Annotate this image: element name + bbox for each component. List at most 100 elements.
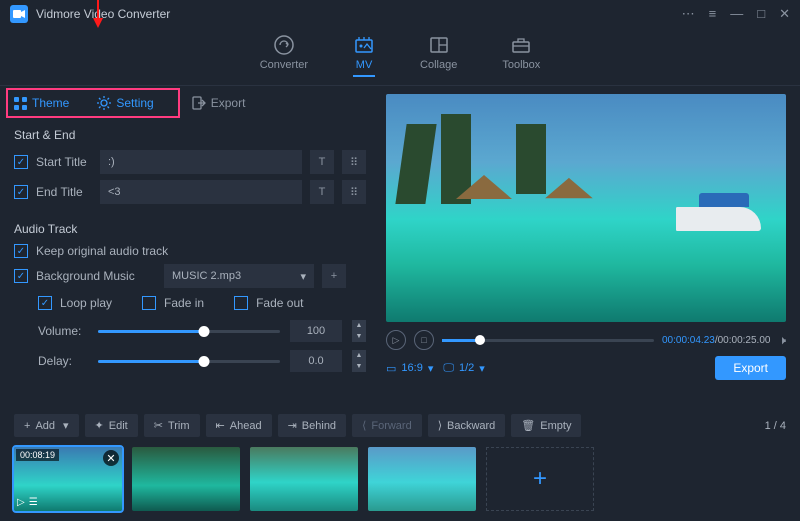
play-icon[interactable]: ▷ — [17, 497, 25, 508]
trim-button[interactable]: ✂Trim — [144, 414, 200, 437]
feedback-icon[interactable]: ⋯ — [682, 6, 695, 22]
delay-down-button[interactable]: ▼ — [352, 361, 366, 372]
wand-icon: ✦ — [95, 419, 104, 432]
fade-out-checkbox[interactable] — [234, 296, 248, 310]
panel-tabs: Theme Setting Export — [0, 86, 380, 120]
export-button[interactable]: Export — [715, 356, 786, 380]
bg-music-label: Background Music — [36, 269, 156, 283]
nav-collage[interactable]: Collage — [420, 34, 457, 77]
menu-icon[interactable]: ≡ — [709, 6, 717, 22]
video-preview[interactable] — [386, 94, 786, 322]
start-title-checkbox[interactable] — [14, 155, 28, 169]
end-title-input[interactable] — [100, 180, 302, 204]
start-title-label: Start Title — [36, 155, 92, 169]
toolbox-icon — [510, 34, 532, 56]
tab-export[interactable]: Export — [178, 87, 260, 119]
delay-up-button[interactable]: ▲ — [352, 350, 366, 361]
collage-icon — [428, 34, 450, 56]
skip-end-icon: ⇥ — [288, 419, 297, 432]
bg-music-select[interactable]: MUSIC 2.mp3 ▾ — [164, 264, 314, 288]
start-end-title: Start & End — [14, 128, 366, 142]
loop-play-checkbox[interactable] — [38, 296, 52, 310]
aspect-ratio-select[interactable]: ▭ 16:9 ▾ — [386, 362, 433, 375]
app-title: Vidmore Video Converter — [36, 7, 170, 21]
clip-thumbnail[interactable]: 00:08:19 ✕ ▷ ☰ — [14, 447, 122, 511]
theme-icon — [14, 97, 27, 110]
delay-label: Delay: — [38, 354, 88, 368]
forward-icon: ⟩ — [438, 419, 442, 432]
end-title-grid-button[interactable]: ⠿ — [342, 180, 366, 204]
time-display: 00:00:04.23/00:00:25.00 — [662, 335, 770, 346]
timeline-slider[interactable] — [442, 339, 654, 342]
plus-icon: + — [24, 420, 30, 432]
close-icon[interactable]: ✕ — [779, 6, 790, 22]
scissors-icon: ✂ — [154, 419, 163, 432]
clip-duration: 00:08:19 — [16, 449, 59, 461]
nav-converter[interactable]: Converter — [260, 34, 308, 77]
chevron-down-icon: ▾ — [428, 362, 434, 375]
delay-slider[interactable] — [98, 360, 280, 363]
mv-icon — [353, 34, 375, 56]
display-icon: 🖵 — [443, 362, 454, 375]
end-title-font-button[interactable]: T — [310, 180, 334, 204]
volume-down-button[interactable]: ▼ — [352, 331, 366, 342]
keep-audio-checkbox[interactable] — [14, 244, 28, 258]
converter-icon — [273, 34, 295, 56]
start-title-grid-button[interactable]: ⠿ — [342, 150, 366, 174]
end-title-checkbox[interactable] — [14, 185, 28, 199]
edit-button[interactable]: ✦Edit — [85, 414, 138, 437]
fade-in-checkbox[interactable] — [142, 296, 156, 310]
export-icon — [192, 96, 206, 110]
settings-panel: Theme Setting Export Start & End Start T… — [0, 86, 380, 406]
keep-audio-label: Keep original audio track — [36, 244, 168, 258]
page-indicator: 1 / 4 — [765, 420, 786, 432]
minimize-icon[interactable]: — — [730, 6, 743, 22]
titlebar: Vidmore Video Converter ⋯ ≡ — □ ✕ — [0, 0, 800, 28]
skip-start-icon: ⇤ — [216, 419, 225, 432]
trash-icon: 🗑 — [521, 419, 535, 432]
chevron-down-icon: ▾ — [300, 270, 306, 283]
app-logo-icon — [10, 5, 28, 23]
end-title-label: End Title — [36, 185, 92, 199]
start-title-input[interactable] — [100, 150, 302, 174]
stop-button[interactable]: □ — [414, 330, 434, 350]
volume-icon[interactable]: 🕨 — [778, 333, 786, 348]
remove-clip-button[interactable]: ✕ — [103, 450, 119, 466]
chevron-down-icon: ▾ — [479, 362, 485, 375]
volume-label: Volume: — [38, 324, 88, 338]
add-clip-button[interactable]: + — [486, 447, 594, 511]
forward-button[interactable]: ⟨Forward — [352, 414, 422, 437]
volume-up-button[interactable]: ▲ — [352, 320, 366, 331]
delay-value[interactable]: 0.0 — [290, 350, 342, 372]
maximize-icon[interactable]: □ — [757, 6, 765, 22]
start-title-font-button[interactable]: T — [310, 150, 334, 174]
add-music-button[interactable]: + — [322, 264, 346, 288]
back-icon: ⟨ — [362, 419, 366, 432]
display-scale-select[interactable]: 🖵 1/2 ▾ — [443, 362, 484, 375]
add-button[interactable]: +Add▾ — [14, 414, 79, 437]
empty-button[interactable]: 🗑Empty — [511, 414, 581, 437]
volume-value[interactable]: 100 — [290, 320, 342, 342]
bg-music-checkbox[interactable] — [14, 269, 28, 283]
clip-thumbnail[interactable] — [132, 447, 240, 511]
play-button[interactable]: ▷ — [386, 330, 406, 350]
chevron-down-icon: ▾ — [63, 419, 69, 432]
preview-panel: ▷ □ 00:00:04.23/00:00:25.00 🕨 ▭ 16:9 ▾ 🖵… — [380, 86, 800, 406]
clip-thumbnail[interactable] — [368, 447, 476, 511]
clip-toolbar: +Add▾ ✦Edit ✂Trim ⇤Ahead ⇥Behind ⟨Forwar… — [0, 406, 800, 443]
behind-button[interactable]: ⇥Behind — [278, 414, 346, 437]
audio-track-title: Audio Track — [14, 222, 366, 236]
backward-button[interactable]: ⟩Backward — [428, 414, 506, 437]
gear-icon — [97, 96, 111, 110]
ahead-button[interactable]: ⇤Ahead — [206, 414, 272, 437]
info-icon[interactable]: ☰ — [29, 497, 38, 508]
tab-setting[interactable]: Setting — [83, 87, 167, 119]
clip-thumbnail[interactable] — [250, 447, 358, 511]
aspect-icon: ▭ — [386, 362, 396, 375]
nav-toolbox[interactable]: Toolbox — [502, 34, 540, 77]
tab-theme[interactable]: Theme — [0, 87, 83, 119]
volume-slider[interactable] — [98, 330, 280, 333]
nav-mv[interactable]: MV — [353, 34, 375, 77]
clip-thumbnails: 00:08:19 ✕ ▷ ☰ + — [0, 443, 800, 521]
main-nav: Converter MV Collage Toolbox — [0, 28, 800, 86]
